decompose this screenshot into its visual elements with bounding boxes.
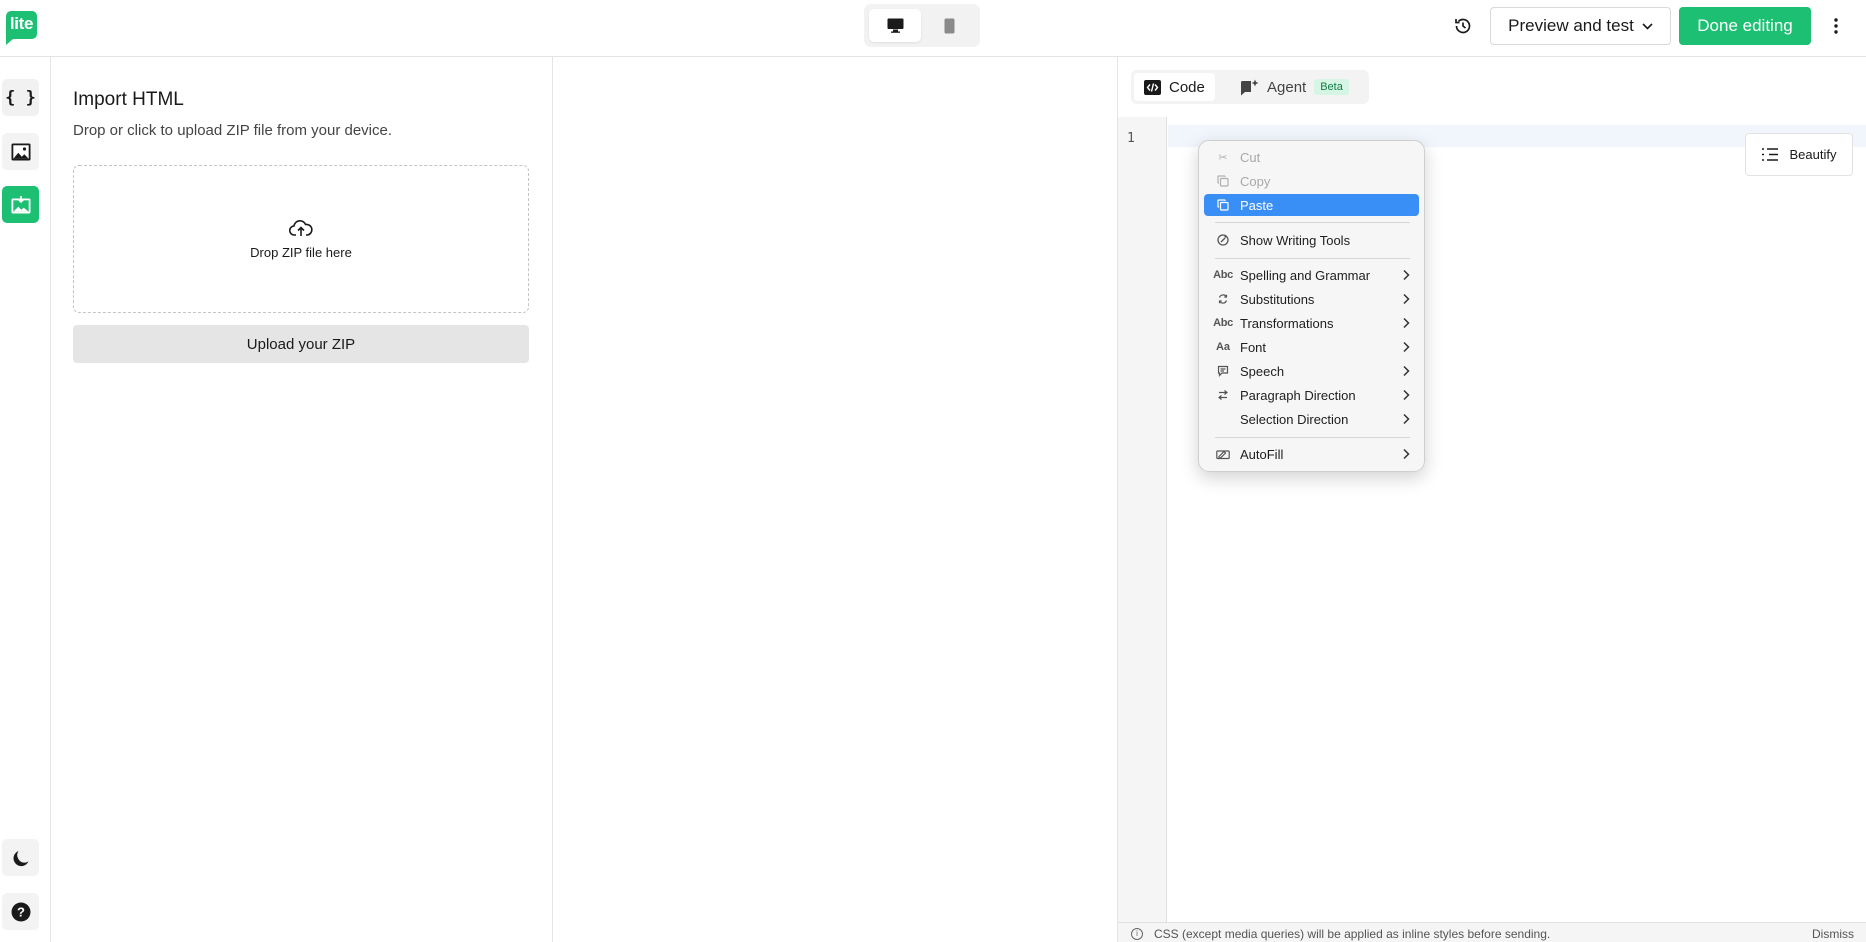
notice-text: CSS (except media queries) will be appli… bbox=[1154, 927, 1551, 941]
done-editing-button[interactable]: Done editing bbox=[1679, 7, 1811, 45]
history-button[interactable] bbox=[1448, 11, 1478, 41]
code-panel-button[interactable]: { } bbox=[2, 79, 39, 116]
menu-item-selection-direction[interactable]: Selection Direction bbox=[1204, 408, 1419, 430]
chevron-right-icon bbox=[1403, 269, 1410, 281]
editor-tabs: Code Agent Beta bbox=[1131, 70, 1369, 104]
chevron-right-icon bbox=[1403, 293, 1410, 305]
info-icon: i bbox=[1131, 928, 1143, 940]
device-toggle bbox=[864, 4, 980, 47]
menu-separator bbox=[1215, 437, 1410, 438]
images-panel-button[interactable] bbox=[2, 133, 39, 170]
import-title: Import HTML bbox=[73, 89, 184, 110]
code-icon bbox=[1144, 79, 1161, 95]
menu-item-autofill[interactable]: AutoFill bbox=[1204, 443, 1419, 465]
align-lines-icon bbox=[1761, 148, 1778, 161]
upload-zip-button[interactable]: Upload your ZIP bbox=[73, 325, 529, 363]
preview-label: Preview and test bbox=[1508, 16, 1634, 35]
line-number: 1 bbox=[1127, 131, 1135, 146]
import-image-icon bbox=[11, 195, 30, 213]
menu-item-substitutions[interactable]: Substitutions bbox=[1204, 288, 1419, 310]
paste-icon bbox=[1215, 197, 1231, 213]
beautify-label: Beautify bbox=[1789, 147, 1837, 162]
left-rail: { } ? bbox=[0, 57, 51, 942]
tab-agent-label: Agent bbox=[1267, 78, 1307, 96]
tab-code-label: Code bbox=[1169, 78, 1205, 96]
paragraph-direction-icon bbox=[1215, 387, 1231, 403]
more-options-button[interactable] bbox=[1826, 11, 1846, 41]
history-icon bbox=[1455, 18, 1471, 34]
scissors-icon: ✂ bbox=[1218, 151, 1228, 164]
cloud-upload-icon bbox=[289, 219, 313, 236]
chevron-right-icon bbox=[1403, 365, 1410, 377]
chevron-right-icon bbox=[1403, 317, 1410, 329]
desktop-view-button[interactable] bbox=[869, 9, 921, 42]
menu-item-paragraph-direction[interactable]: Paragraph Direction bbox=[1204, 384, 1419, 406]
moon-icon bbox=[13, 850, 28, 866]
menu-item-font[interactable]: Aa Font bbox=[1204, 336, 1419, 358]
menu-item-transformations[interactable]: Abc Transformations bbox=[1204, 312, 1419, 334]
chevron-right-icon bbox=[1403, 448, 1410, 460]
substitutions-icon bbox=[1215, 291, 1231, 307]
done-label: Done editing bbox=[1697, 16, 1793, 35]
tab-code[interactable]: Code bbox=[1134, 73, 1215, 101]
import-description: Drop or click to upload ZIP file from yo… bbox=[73, 122, 393, 139]
inline-styles-notice: i CSS (except media queries) will be app… bbox=[1118, 922, 1866, 942]
menu-item-cut[interactable]: ✂ Cut bbox=[1204, 146, 1419, 168]
menu-item-spelling-and-grammar[interactable]: Abc Spelling and Grammar bbox=[1204, 264, 1419, 286]
zip-dropzone[interactable]: Drop ZIP file here bbox=[73, 165, 529, 313]
chevron-down-icon bbox=[1642, 22, 1653, 30]
abc-icon: Abc bbox=[1213, 269, 1233, 281]
image-icon bbox=[11, 143, 30, 160]
help-button[interactable]: ? bbox=[2, 893, 39, 930]
menu-item-paste[interactable]: Paste bbox=[1204, 194, 1419, 216]
writing-tools-icon bbox=[1215, 232, 1231, 248]
preview-and-test-button[interactable]: Preview and test bbox=[1490, 7, 1671, 45]
beta-badge: Beta bbox=[1314, 79, 1349, 95]
font-icon: Aa bbox=[1215, 341, 1231, 353]
chevron-right-icon bbox=[1403, 341, 1410, 353]
import-panel: Import HTML Drop or click to upload ZIP … bbox=[51, 57, 553, 942]
import-panel-button[interactable] bbox=[2, 186, 39, 223]
autofill-icon bbox=[1215, 446, 1231, 462]
svg-text:?: ? bbox=[17, 904, 25, 919]
chevron-right-icon bbox=[1403, 413, 1410, 425]
app-logo[interactable]: lite bbox=[6, 11, 37, 45]
menu-item-show-writing-tools[interactable]: Show Writing Tools bbox=[1204, 229, 1419, 251]
mobile-view-button[interactable] bbox=[923, 9, 975, 42]
mobile-icon bbox=[944, 18, 954, 33]
top-bar: lite Preview and test Done editing bbox=[0, 0, 1866, 57]
context-menu: ✂ Cut Copy Paste Show Writing Tools Abc … bbox=[1198, 140, 1425, 472]
dark-mode-toggle[interactable] bbox=[2, 839, 39, 876]
menu-item-speech[interactable]: Speech bbox=[1204, 360, 1419, 382]
help-icon: ? bbox=[11, 902, 30, 921]
abc-icon: Abc bbox=[1213, 317, 1233, 329]
line-number-gutter bbox=[1118, 117, 1167, 922]
desktop-icon bbox=[887, 18, 903, 33]
dismiss-link[interactable]: Dismiss bbox=[1812, 927, 1854, 941]
menu-item-copy[interactable]: Copy bbox=[1204, 170, 1419, 192]
beautify-button[interactable]: Beautify bbox=[1745, 133, 1853, 176]
code-braces-icon: { } bbox=[5, 87, 36, 108]
tab-agent[interactable]: Agent Beta bbox=[1230, 73, 1359, 101]
dropzone-text: Drop ZIP file here bbox=[250, 244, 352, 260]
speech-icon bbox=[1215, 363, 1231, 379]
copy-icon bbox=[1215, 173, 1231, 189]
menu-separator bbox=[1215, 222, 1410, 223]
agent-icon bbox=[1241, 79, 1259, 95]
menu-separator bbox=[1215, 258, 1410, 259]
more-vertical-icon bbox=[1834, 18, 1838, 34]
chevron-right-icon bbox=[1403, 389, 1410, 401]
